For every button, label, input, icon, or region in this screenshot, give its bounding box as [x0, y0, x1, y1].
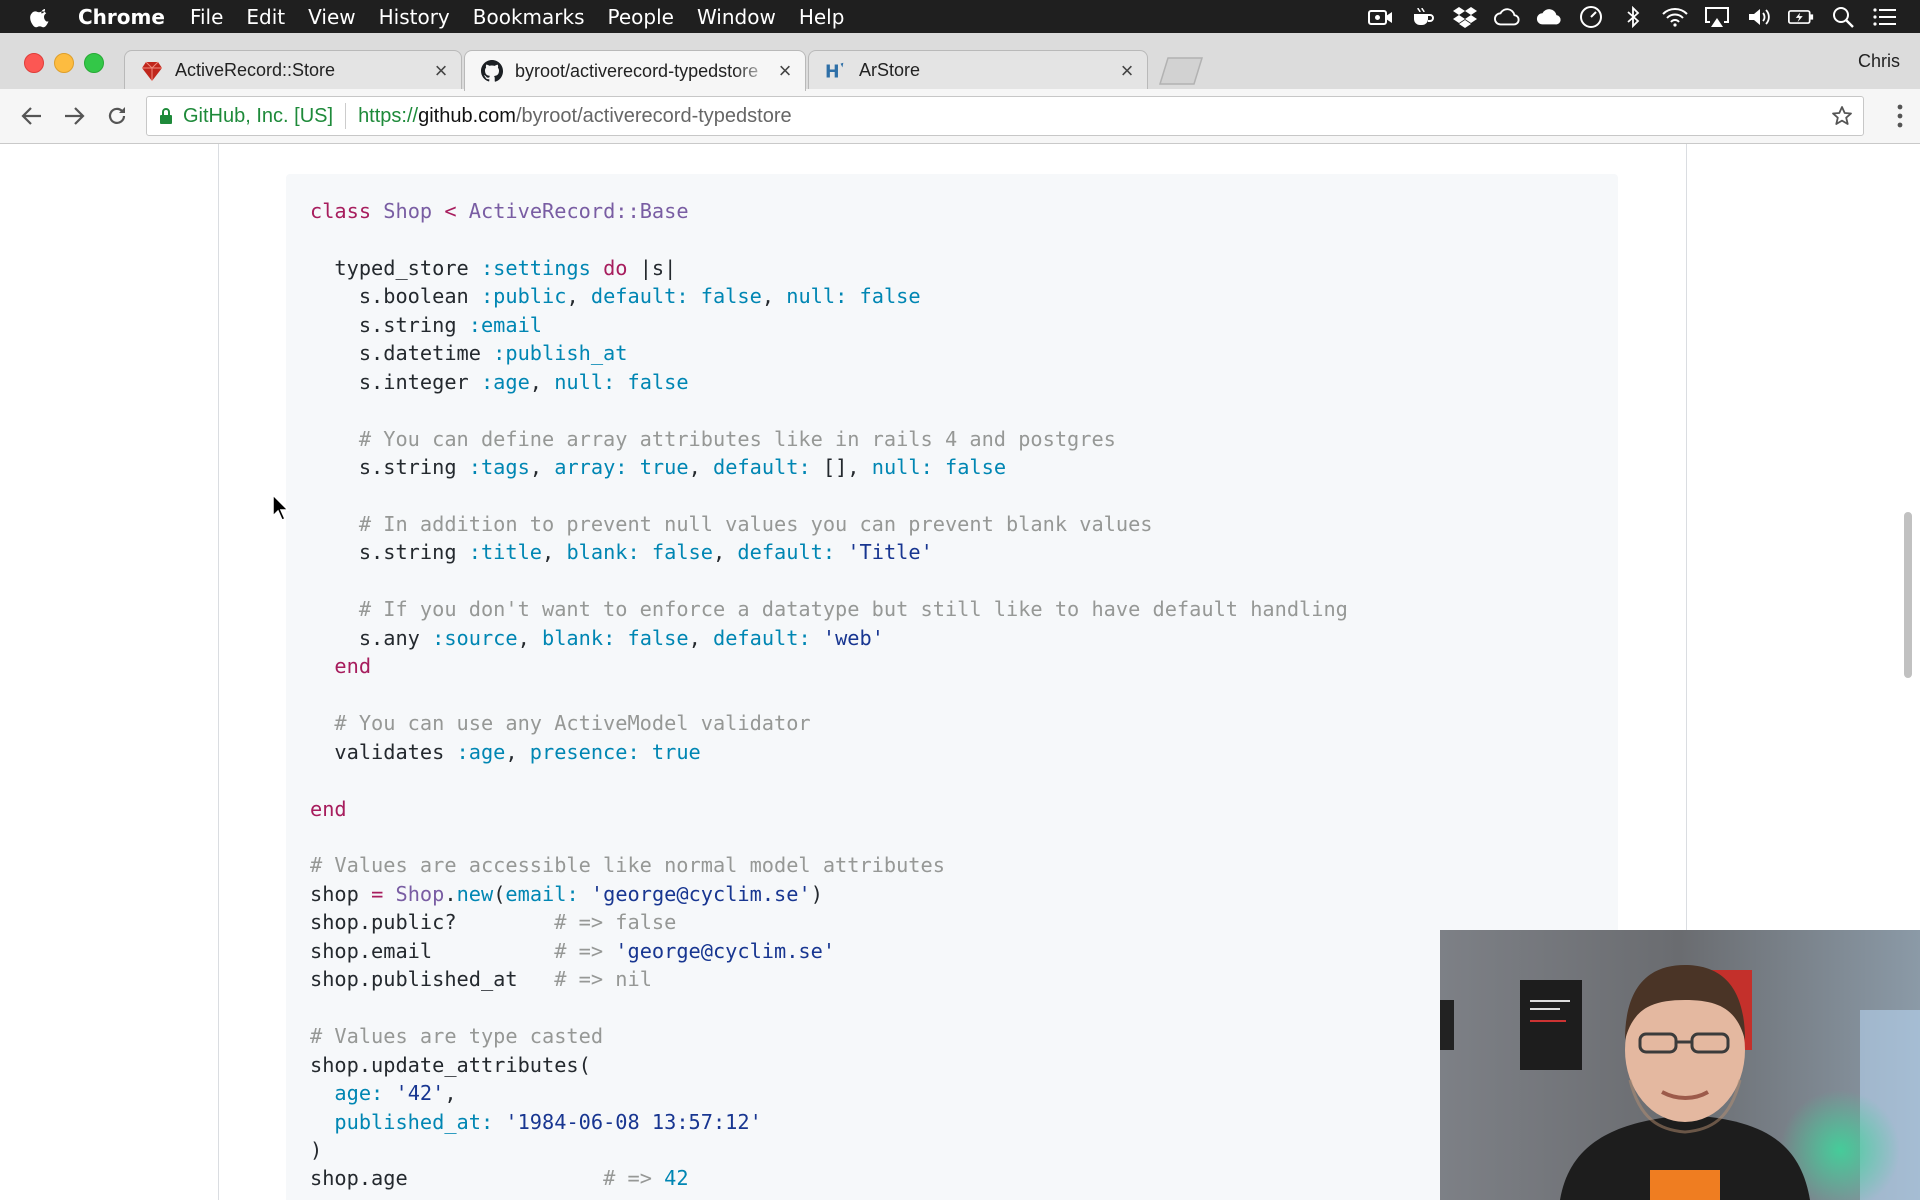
close-tab-icon[interactable]: × — [429, 58, 453, 83]
tab-arstore[interactable]: H ArStore × — [808, 50, 1148, 90]
coffee-cup-icon[interactable] — [1410, 6, 1436, 28]
hashrocket-icon: H — [825, 60, 847, 82]
presenter-video-image — [1440, 930, 1920, 1200]
cloud-icon[interactable] — [1494, 6, 1520, 28]
ev-certificate-label[interactable]: GitHub, Inc. [US] — [183, 105, 333, 128]
zoom-window-button[interactable] — [84, 53, 104, 73]
apple-icon[interactable] — [30, 6, 52, 28]
readme-border-left — [218, 144, 219, 1200]
page-scrollbar[interactable] — [1904, 512, 1912, 678]
tab-strip: ActiveRecord::Store × byroot/activerecor… — [0, 33, 1920, 91]
browser-toolbar: GitHub, Inc. [US] https://github.com/byr… — [0, 89, 1920, 144]
lock-icon — [160, 108, 172, 124]
forward-arrow-icon — [65, 107, 85, 125]
url-path: /byroot/activerecord-typedstore — [515, 104, 792, 127]
back-arrow-icon — [21, 107, 41, 125]
close-tab-icon[interactable]: × — [1115, 58, 1139, 83]
dropbox-icon[interactable] — [1452, 6, 1478, 28]
minimize-window-button[interactable] — [54, 53, 74, 73]
menu-view[interactable]: View — [308, 5, 355, 29]
new-tab-button[interactable] — [1158, 55, 1206, 85]
github-icon — [481, 60, 503, 82]
svg-text:H: H — [825, 62, 840, 82]
menu-file[interactable]: File — [190, 5, 223, 29]
menu-window[interactable]: Window — [697, 5, 776, 29]
back-button[interactable] — [18, 102, 46, 130]
bluetooth-icon[interactable] — [1620, 5, 1646, 28]
menu-help[interactable]: Help — [799, 5, 845, 29]
speedometer-icon[interactable] — [1578, 5, 1604, 28]
chrome-menu-icon[interactable] — [1896, 103, 1904, 129]
url-host: github.com — [418, 104, 516, 127]
menu-app-chrome[interactable]: Chrome — [78, 5, 165, 29]
menu-bookmarks[interactable]: Bookmarks — [473, 5, 585, 29]
screen-recording-icon[interactable] — [1368, 6, 1394, 28]
tab-github-typedstore[interactable]: byroot/activerecord-typedstore × — [464, 50, 806, 91]
tab-title: ArStore — [859, 60, 921, 80]
cloud-filled-icon[interactable] — [1536, 6, 1562, 28]
menu-history[interactable]: History — [379, 5, 450, 29]
menu-people[interactable]: People — [608, 5, 674, 29]
wifi-icon[interactable] — [1662, 6, 1688, 28]
forward-button[interactable] — [60, 102, 88, 130]
reload-icon — [108, 107, 126, 124]
menu-edit[interactable]: Edit — [246, 5, 285, 29]
tab-title: byroot/activerecord-typedstore — [515, 60, 759, 81]
tab-title: ActiveRecord::Store — [175, 60, 336, 80]
battery-charging-icon[interactable] — [1788, 6, 1814, 28]
ruby-icon — [141, 60, 163, 82]
airplay-icon[interactable] — [1704, 6, 1730, 28]
notification-center-icon[interactable] — [1872, 6, 1898, 28]
close-tab-icon[interactable]: × — [773, 58, 797, 83]
ruby-code-listing[interactable]: class Shop < ActiveRecord::Base typed_st… — [310, 197, 1348, 1193]
volume-icon[interactable] — [1746, 6, 1772, 28]
macos-menu-bar: Chrome File Edit View History Bookmarks … — [0, 0, 1920, 33]
mouse-cursor-icon — [272, 494, 290, 521]
menu-bar-status-area — [1368, 0, 1898, 33]
address-divider — [345, 103, 347, 129]
webcam-overlay — [1440, 930, 1920, 1200]
tab-activerecord-store[interactable]: ActiveRecord::Store × — [124, 50, 462, 90]
profile-name[interactable]: Chris — [1858, 51, 1900, 72]
spotlight-search-icon[interactable] — [1830, 6, 1856, 28]
bookmark-star-icon[interactable] — [1831, 105, 1853, 127]
close-window-button[interactable] — [24, 53, 44, 73]
address-bar[interactable]: GitHub, Inc. [US] https://github.com/byr… — [146, 96, 1864, 136]
url-scheme: https:// — [358, 104, 419, 127]
reload-button[interactable] — [103, 102, 131, 130]
